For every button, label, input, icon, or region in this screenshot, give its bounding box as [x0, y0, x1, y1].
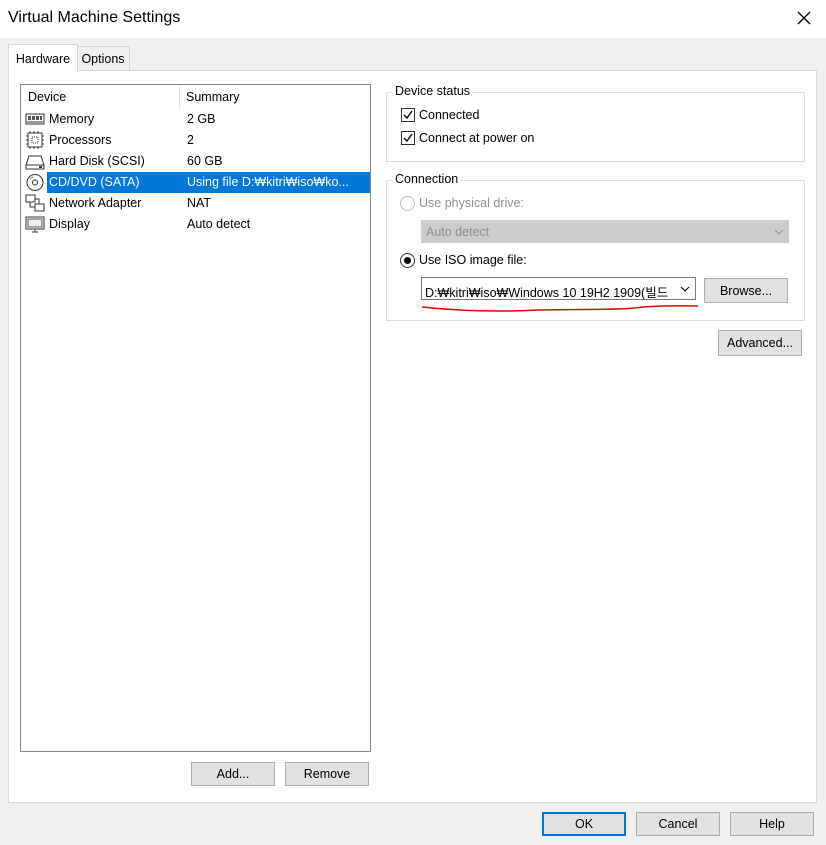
red-underline-annotation — [421, 305, 699, 312]
device-row-hard-disk[interactable]: Hard Disk (SCSI) 60 GB — [25, 151, 370, 172]
ok-button[interactable]: OK — [542, 812, 626, 836]
device-row-processors[interactable]: Processors 2 — [25, 130, 370, 151]
hard-disk-icon — [25, 155, 45, 170]
connected-label[interactable]: Connected — [419, 108, 479, 122]
cancel-button-label: Cancel — [658, 817, 698, 831]
tab-hardware[interactable]: Hardware — [8, 44, 78, 72]
device-row-network-adapter[interactable]: Network Adapter NAT — [25, 193, 370, 214]
device-summary: 60 GB — [187, 154, 223, 168]
help-button-label: Help — [759, 817, 785, 831]
iso-path-combobox[interactable]: D:₩kitri₩iso₩Windows 10 19H2 1909(빌드 — [421, 277, 696, 300]
checkmark-icon — [403, 133, 413, 143]
connect-at-power-on-label[interactable]: Connect at power on — [419, 131, 534, 145]
device-name: Display — [49, 217, 90, 231]
physical-drive-value: Auto detect — [426, 225, 490, 239]
cd-dvd-icon — [26, 174, 44, 191]
column-device[interactable]: Device — [28, 90, 66, 104]
ok-button-label: OK — [574, 817, 594, 831]
chevron-down-icon — [680, 286, 690, 292]
cancel-button[interactable]: Cancel — [636, 812, 720, 836]
remove-button-label: Remove — [303, 767, 351, 781]
device-name: CD/DVD (SATA) — [49, 175, 140, 189]
device-summary: Auto detect — [187, 217, 251, 231]
title-bar: Virtual Machine Settings — [0, 0, 826, 38]
connection-legend: Connection — [393, 172, 461, 186]
device-row-display[interactable]: Display Auto detect — [25, 214, 370, 235]
column-separator[interactable] — [179, 85, 180, 109]
device-row-memory[interactable]: Memory 2 GB — [25, 109, 370, 130]
device-name: Memory — [49, 112, 95, 126]
display-icon — [25, 216, 45, 233]
chevron-down-icon — [774, 229, 784, 235]
use-physical-drive-label[interactable]: Use physical drive: — [419, 196, 524, 210]
use-iso-image-label[interactable]: Use ISO image file: — [419, 253, 527, 267]
device-status-group — [386, 92, 805, 162]
remove-button[interactable]: Remove — [285, 762, 369, 786]
column-summary[interactable]: Summary — [186, 90, 239, 104]
advanced-button-label: Advanced... — [726, 336, 793, 350]
device-summary: NAT — [187, 196, 212, 210]
browse-button[interactable]: Browse... — [704, 278, 788, 303]
connected-checkbox[interactable] — [401, 108, 415, 122]
list-header: Device Summary — [21, 85, 370, 109]
network-adapter-icon — [25, 194, 45, 212]
help-button[interactable]: Help — [730, 812, 814, 836]
tab-options[interactable]: Options — [76, 46, 130, 71]
iso-path-value[interactable]: D:₩kitri₩iso₩Windows 10 19H2 1909(빌드 — [425, 282, 675, 299]
checkmark-icon — [403, 110, 413, 120]
add-button[interactable]: Add... — [191, 762, 275, 786]
use-physical-drive-radio[interactable] — [400, 196, 415, 211]
device-summary: Using file D:₩kitri₩iso₩ko... — [187, 175, 349, 189]
device-name: Processors — [49, 133, 112, 147]
physical-drive-select[interactable]: Auto detect — [421, 220, 789, 243]
connect-at-power-on-checkbox[interactable] — [401, 131, 415, 145]
add-button-label: Add... — [216, 767, 250, 781]
radio-selected-dot — [404, 257, 411, 264]
device-summary: 2 GB — [187, 112, 216, 126]
advanced-button[interactable]: Advanced... — [718, 330, 802, 356]
window-title: Virtual Machine Settings — [8, 9, 181, 26]
use-iso-image-radio[interactable] — [400, 253, 415, 268]
device-summary: 2 — [187, 133, 194, 147]
device-row-cd-dvd[interactable]: CD/DVD (SATA) Using file D:₩kitri₩iso₩ko… — [25, 172, 370, 193]
tab-hardware-label: Hardware — [15, 51, 71, 66]
device-name: Network Adapter — [49, 196, 142, 210]
tab-options-label: Options — [81, 52, 125, 66]
device-status-legend: Device status — [393, 84, 473, 98]
device-list[interactable]: Device Summary Memory 2 GB Processors 2 … — [20, 84, 371, 752]
device-name: Hard Disk (SCSI) — [49, 154, 145, 168]
browse-button-label: Browse... — [719, 283, 773, 298]
close-icon — [797, 11, 811, 25]
close-button[interactable] — [792, 6, 816, 30]
memory-icon — [25, 113, 45, 125]
processor-icon — [26, 131, 44, 149]
